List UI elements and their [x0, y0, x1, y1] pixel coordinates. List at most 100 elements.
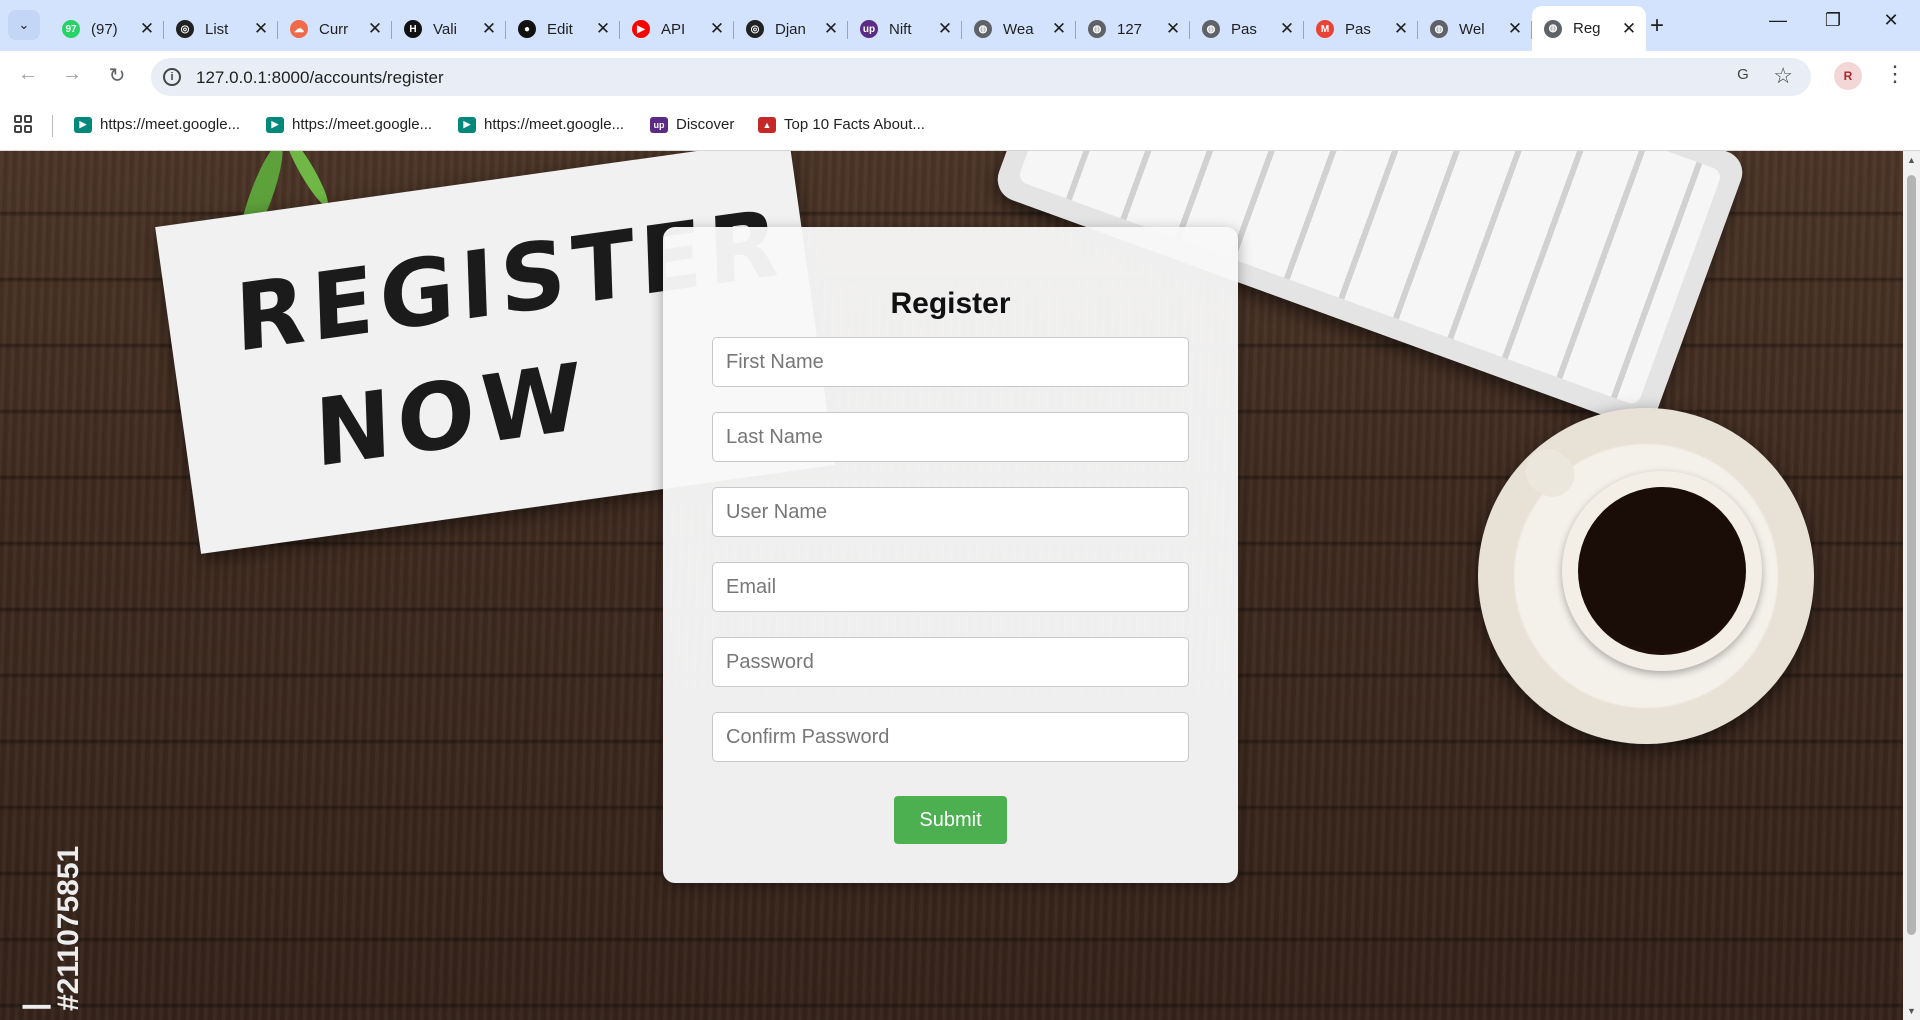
tab-strip: ⌄ 97 (97) ✕ ◎ List ✕ ☁ Curr ✕ H Vali ✕ ● Edit ✕ ▶ API ✕ ◎ D…: [0, 0, 1920, 51]
scrollbar-thumb[interactable]: [1907, 175, 1916, 935]
google-meet-icon: ▶: [458, 116, 476, 133]
browser-toolbar: ← → ↻ i 127.0.0.1:8000/accounts/register…: [0, 51, 1920, 101]
tab-close-icon[interactable]: ✕: [1506, 19, 1524, 39]
tab-title: Djan: [775, 20, 806, 38]
stock-watermark: | #211075851: [18, 845, 85, 1011]
minimize-icon[interactable]: —: [1763, 10, 1793, 31]
address-bar[interactable]: i 127.0.0.1:8000/accounts/register G ☆: [151, 58, 1811, 96]
apps-grid-icon[interactable]: [14, 115, 32, 133]
bookmark-item[interactable]: ▲ Top 10 Facts About...: [758, 116, 925, 133]
email-input[interactable]: [712, 562, 1189, 612]
bookmark-star-icon[interactable]: ☆: [1773, 63, 1793, 89]
youtube-icon: ▶: [632, 20, 650, 38]
bookmark-label: https://meet.google...: [100, 116, 241, 133]
bookmark-item[interactable]: ▶ https://meet.google...: [458, 116, 624, 133]
tab-search-dropdown-icon[interactable]: ⌄: [8, 10, 40, 40]
forward-icon[interactable]: →: [58, 63, 86, 86]
tab-close-icon[interactable]: ✕: [708, 19, 726, 39]
tab-title: Curr: [319, 20, 349, 38]
tab[interactable]: H Vali ✕: [392, 10, 506, 48]
tab-close-icon[interactable]: ✕: [1050, 19, 1068, 39]
tab[interactable]: ▶ API ✕: [620, 10, 734, 48]
tab-close-icon[interactable]: ✕: [1164, 19, 1182, 39]
tab[interactable]: ◍ 127 ✕: [1076, 10, 1190, 48]
tab[interactable]: ◍ Pas ✕: [1190, 10, 1304, 48]
tab[interactable]: ◍ Wel ✕: [1418, 10, 1532, 48]
tab[interactable]: ● Edit ✕: [506, 10, 620, 48]
restore-icon[interactable]: ❐: [1818, 10, 1848, 31]
tab-title: (97): [91, 20, 118, 38]
tab-close-icon[interactable]: ✕: [1620, 19, 1638, 39]
tab-title: Wel: [1459, 20, 1485, 38]
bookmark-item[interactable]: ▶ https://meet.google...: [266, 116, 432, 133]
bookmark-item[interactable]: ▶ https://meet.google...: [74, 116, 240, 133]
tab-title: Vali: [433, 20, 457, 38]
gmail-icon: M: [1316, 20, 1334, 38]
tab-close-icon[interactable]: ✕: [822, 19, 840, 39]
tab-title: 127: [1117, 20, 1143, 38]
tab-close-icon[interactable]: ✕: [936, 19, 954, 39]
first-name-input[interactable]: [712, 337, 1189, 387]
tab-close-icon[interactable]: ✕: [252, 19, 270, 39]
bookmarks-divider: [52, 115, 53, 137]
tab-title: Edit: [547, 20, 573, 38]
tab[interactable]: up Nift ✕: [848, 10, 962, 48]
bookmark-label: Discover: [676, 116, 735, 133]
tab[interactable]: ◎ List ✕: [164, 10, 278, 48]
bookmarks-bar: ▶ https://meet.google... ▶ https://meet.goo…: [0, 101, 1920, 151]
last-name-input[interactable]: [712, 412, 1189, 462]
cloud-icon: ☁: [290, 20, 308, 38]
tab[interactable]: ◍ Wea ✕: [962, 10, 1076, 48]
tab-active[interactable]: ◍ Reg ✕: [1532, 6, 1646, 51]
tab-close-icon[interactable]: ✕: [138, 19, 156, 39]
tab-close-icon[interactable]: ✕: [366, 19, 384, 39]
submit-button[interactable]: Submit: [894, 796, 1007, 844]
tab-close-icon[interactable]: ✕: [1392, 19, 1410, 39]
globe-icon: ◍: [1544, 19, 1562, 38]
tab[interactable]: 97 (97) ✕: [50, 10, 164, 48]
tab[interactable]: ☁ Curr ✕: [278, 10, 392, 48]
tab-close-icon[interactable]: ✕: [1278, 19, 1296, 39]
globe-icon: ◍: [974, 20, 992, 38]
tab-list: 97 (97) ✕ ◎ List ✕ ☁ Curr ✕ H Vali ✕ ● Edit ✕ ▶ API ✕ ◎ Dja…: [50, 6, 1646, 51]
username-input[interactable]: [712, 487, 1189, 537]
register-form-card: Register Submit: [663, 227, 1238, 883]
openai-icon: ◎: [746, 20, 764, 38]
password-input[interactable]: [712, 637, 1189, 687]
whatsapp-icon: 97: [62, 20, 80, 38]
scroll-up-arrow-icon[interactable]: ▲: [1907, 155, 1916, 165]
profile-avatar[interactable]: R: [1834, 62, 1862, 90]
coffee-image: [1578, 487, 1746, 655]
tab[interactable]: M Pas ✕: [1304, 10, 1418, 48]
close-window-icon[interactable]: ✕: [1876, 10, 1906, 31]
new-tab-icon[interactable]: +: [1650, 12, 1664, 40]
reload-icon[interactable]: ↻: [103, 63, 131, 88]
plant-leaf: [280, 151, 334, 210]
tab[interactable]: ◎ Djan ✕: [734, 10, 848, 48]
back-icon[interactable]: ←: [14, 63, 42, 86]
url-text[interactable]: 127.0.0.1:8000/accounts/register: [196, 68, 444, 88]
bookmark-label: https://meet.google...: [292, 116, 433, 133]
site-info-icon[interactable]: i: [163, 68, 181, 86]
bookmark-item[interactable]: up Discover: [650, 116, 734, 133]
confirm-password-input[interactable]: [712, 712, 1189, 762]
register-title: Register: [890, 287, 1011, 320]
tab-close-icon[interactable]: ✕: [480, 19, 498, 39]
tab-title: API: [661, 20, 686, 38]
tab-title: Pas: [1345, 20, 1371, 38]
browser-menu-icon[interactable]: ⋮: [1884, 61, 1906, 87]
tab-title: List: [205, 20, 229, 38]
scroll-down-arrow-icon[interactable]: ▼: [1907, 1006, 1916, 1016]
bookmark-label: https://meet.google...: [484, 116, 625, 133]
globe-icon: ◍: [1088, 20, 1106, 38]
bookmark-label: Top 10 Facts About...: [784, 116, 925, 133]
github-icon: ●: [518, 20, 536, 38]
openai-icon: ◎: [176, 20, 194, 38]
tab-title: Pas: [1231, 20, 1257, 38]
translate-icon[interactable]: G: [1731, 66, 1755, 88]
tab-close-icon[interactable]: ✕: [594, 19, 612, 39]
tab-title: Nift: [889, 20, 912, 38]
page-scrollbar[interactable]: ▲ ▼: [1903, 151, 1920, 1020]
flag-icon: ▲: [758, 116, 776, 133]
google-meet-icon: ▶: [266, 116, 284, 133]
